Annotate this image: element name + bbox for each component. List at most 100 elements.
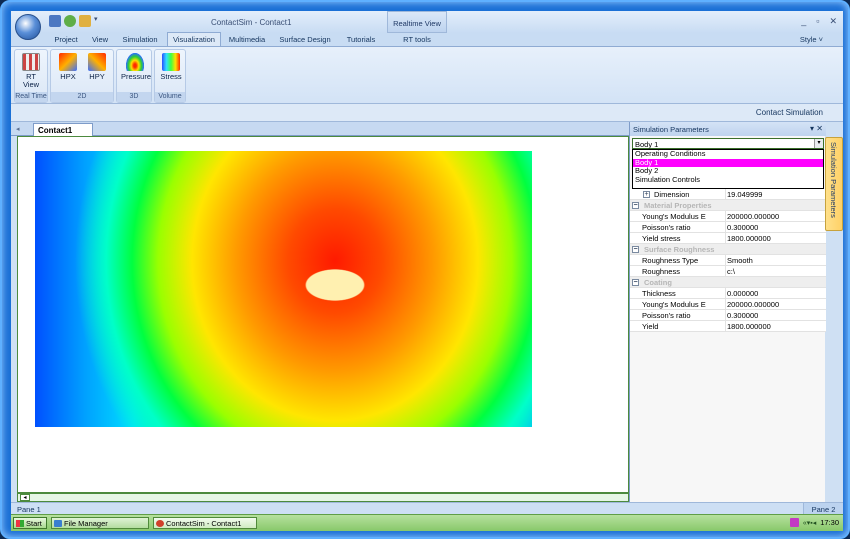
stress-button[interactable]: Stress [157,53,185,81]
tab-tutorials[interactable]: Tutorials [341,33,381,46]
property-value[interactable]: 19.049999 [727,190,824,199]
category-label: Material Properties [644,201,712,210]
property-name: Poisson's ratio [642,223,691,232]
refresh-icon[interactable] [64,15,76,27]
rt-view-label: RT View [22,72,40,89]
dropdown-option[interactable]: Simulation Controls [633,175,823,185]
contextual-tab-realtime-view[interactable]: Realtime View [387,11,447,33]
hpy-button[interactable]: HPY [83,53,111,81]
property-value[interactable]: 0.000000 [727,289,824,298]
dropdown-option[interactable]: Operating Conditions [633,150,823,159]
tab-scroll-left-icon[interactable]: ◂ [16,125,20,133]
property-value[interactable]: 1800.000000 [727,322,824,331]
tab-project[interactable]: Project [49,33,83,46]
property-value[interactable]: 0.300000 [727,311,824,320]
application-menu-button[interactable] [15,14,41,40]
start-button[interactable]: Start [13,517,47,529]
property-value[interactable]: 200000.000000 [727,212,824,221]
close-button[interactable]: ✕ [829,16,837,27]
tab-rt-tools[interactable]: RT tools [395,33,439,46]
taskbar-item-file-manager[interactable]: File Manager [51,517,149,529]
customize-qat-icon[interactable]: ▾ [94,15,98,27]
rt-view-icon [22,53,40,71]
property-row[interactable]: Thickness 0.000000 [630,288,826,299]
ribbon-group-3d: Pressure 3D [116,49,152,103]
dropdown-option-selected[interactable]: Body 1 [633,158,823,167]
ribbon: RT View Real Time HPX HPY 2D Pressure 3D [11,46,843,104]
contact-simulation-label[interactable]: Contact Simulation [756,108,823,117]
open-folder-icon[interactable] [79,15,91,27]
title-bar: ▾ ContactSim - Contact1 Realtime View _ … [11,11,843,33]
collapse-icon[interactable]: − [632,279,639,286]
panel-controls[interactable]: ▾ ✕ [810,124,823,133]
start-label: Start [26,519,42,528]
document-tab-bar: ◂ Contact1 [11,122,629,136]
minimize-button[interactable]: _ [801,16,806,27]
pressure-heatmap[interactable] [35,151,532,427]
property-row[interactable]: Roughness c:\ [630,266,826,277]
app-window: ▾ ContactSim - Contact1 Realtime View _ … [11,11,843,531]
category-coating[interactable]: − Coating [630,277,826,288]
visualization-canvas[interactable] [17,136,629,493]
document-tab-contact1[interactable]: Contact1 [33,123,93,136]
body-select-value: Body 1 [635,140,659,149]
property-name: Roughness [642,267,680,276]
style-menu[interactable]: Style ˅ [800,35,823,44]
simulation-parameters-panel: Simulation Parameters ▾ ✕ Body 1 ▾ Opera… [629,122,826,502]
tab-surface-design[interactable]: Surface Design [275,33,335,46]
horizontal-scrollbar[interactable]: ◂ [17,493,629,502]
ribbon-group-real-time: RT View Real Time [14,49,48,103]
body-select[interactable]: Body 1 ▾ [632,138,824,149]
start-icon [16,520,24,527]
property-name: Thickness [642,289,676,298]
category-surface-roughness[interactable]: − Surface Roughness [630,244,826,255]
collapse-icon[interactable]: − [632,202,639,209]
chevron-down-icon[interactable]: ▾ [814,139,823,148]
property-name: Roughness Type [642,256,699,265]
property-grid: + Dimension 19.049999 − Material Propert… [630,189,826,332]
group-caption-2d: 2D [51,92,113,102]
taskbar-item-contactsim[interactable]: ContactSim - Contact1 [153,517,257,529]
tab-simulation[interactable]: Simulation [117,33,163,46]
category-material-properties[interactable]: − Material Properties [630,200,826,211]
body-dropdown-list[interactable]: Operating Conditions Body 1 Body 2 Simul… [632,149,824,189]
collapse-icon[interactable]: − [632,246,639,253]
expand-icon[interactable]: + [643,191,650,198]
category-label: Coating [644,278,672,287]
property-value[interactable]: 200000.000000 [727,300,824,309]
property-row-dimension[interactable]: + Dimension 19.049999 [630,189,826,200]
ribbon-group-2d: HPX HPY 2D [50,49,114,103]
pressure-button[interactable]: Pressure [121,53,152,81]
tab-view[interactable]: View [87,33,113,46]
hpx-button[interactable]: HPX [54,53,82,81]
rt-view-button[interactable]: RT View [17,53,45,89]
maximize-button[interactable]: ▫ [816,16,819,27]
property-value[interactable]: c:\ [727,267,824,276]
tab-visualization[interactable]: Visualization [167,32,221,46]
property-row[interactable]: Young's Modulus E 200000.000000 [630,299,826,310]
property-value[interactable]: Smooth [727,256,824,265]
scroll-left-button[interactable]: ◂ [20,494,30,501]
status-pane-1: Pane 1 [17,505,41,514]
sub-toolbar: Contact Simulation [11,104,843,122]
tray-icons[interactable]: «▾▪◂ [803,519,816,527]
status-bar: Pane 1 Pane 2 [11,502,843,515]
property-row[interactable]: Roughness Type Smooth [630,255,826,266]
side-tab-simulation-parameters[interactable]: Simulation Parameters [825,137,843,231]
pressure-label: Pressure [121,72,152,81]
document-tab-label: Contact1 [38,126,73,135]
property-row[interactable]: Yield 1800.000000 [630,321,826,332]
property-row[interactable]: Yield stress 1800.000000 [630,233,826,244]
window-frame: ▾ ContactSim - Contact1 Realtime View _ … [0,0,850,539]
file-manager-icon [54,520,62,527]
property-value[interactable]: 0.300000 [727,223,824,232]
tray-app-icon[interactable] [789,518,799,527]
property-value[interactable]: 1800.000000 [727,234,824,243]
hpx-label: HPX [60,72,76,81]
property-row[interactable]: Poisson's ratio 0.300000 [630,310,826,321]
property-row[interactable]: Young's Modulus E 200000.000000 [630,211,826,222]
tab-multimedia[interactable]: Multimedia [225,33,269,46]
property-name: Young's Modulus E [642,300,706,309]
save-icon[interactable] [49,15,61,27]
property-row[interactable]: Poisson's ratio 0.300000 [630,222,826,233]
